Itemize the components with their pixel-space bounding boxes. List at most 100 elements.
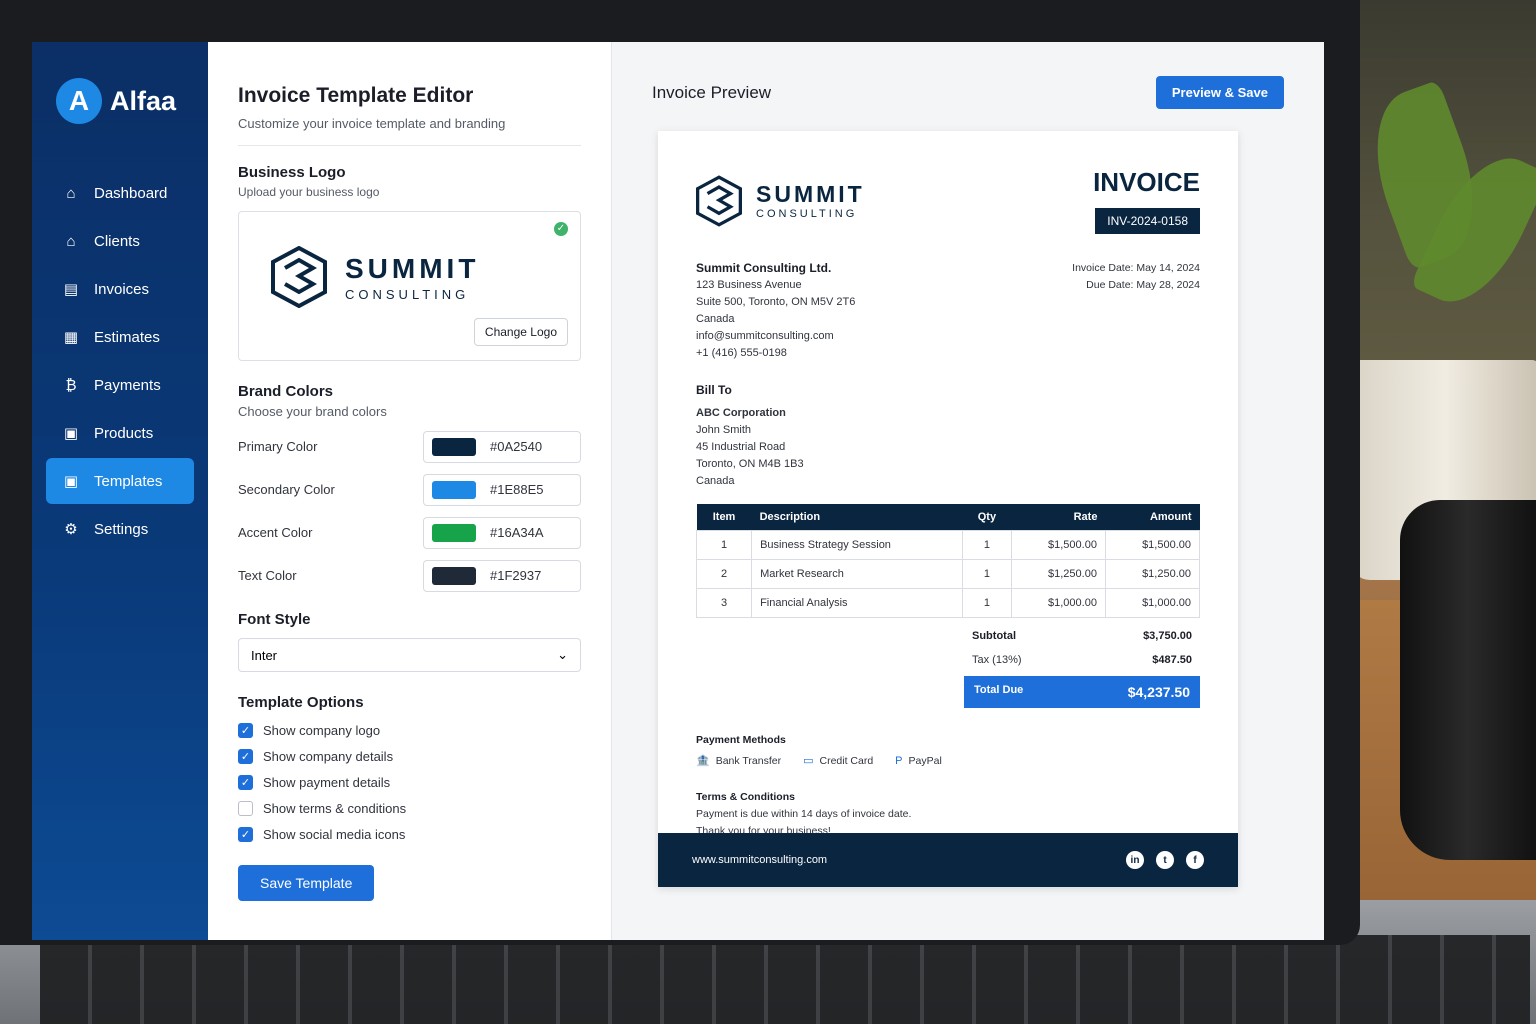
invoice-date: Invoice Date: May 14, 2024 xyxy=(1072,262,1200,274)
preview-header: Invoice Preview Preview & Save xyxy=(652,76,1284,109)
sidebar-item-dashboard[interactable]: ⌂ Dashboard xyxy=(46,170,194,216)
chevron-down-icon: ⌄ xyxy=(557,647,568,662)
template-option[interactable]: ✓ Show payment details xyxy=(238,769,581,795)
sidebar-item-templates[interactable]: ▣ Templates xyxy=(46,458,194,504)
table-body: 1 Business Strategy Session 1 $1,500.00 $1,5… xyxy=(695,530,1201,618)
estimate-icon: ▦ xyxy=(63,329,79,346)
checkbox[interactable]: ✓ xyxy=(238,722,253,738)
clients-icon: ⌂ xyxy=(66,232,76,250)
sidebar-item-estimates[interactable]: ▦ Estimates xyxy=(46,314,194,360)
line-items-table: Item Description Qty Rate Amount 1 Business S… xyxy=(695,504,1201,618)
color-swatch[interactable] xyxy=(432,566,476,585)
table-cell: $1,500.00 xyxy=(1104,530,1201,560)
company-line: Canada xyxy=(696,313,735,325)
subtotal-row: Subtotal $3,750.00 xyxy=(964,624,1200,648)
option-label: Show terms & conditions xyxy=(263,800,407,816)
font-select-value: Inter xyxy=(251,647,278,663)
color-swatch[interactable] xyxy=(432,523,476,542)
sidebar-item-products[interactable]: ▣ Products xyxy=(46,410,194,456)
bank-icon: 🏦 xyxy=(696,755,710,767)
color-swatch[interactable] xyxy=(432,480,476,499)
sidebar-item-settings[interactable]: ⚙ Settings xyxy=(46,506,194,552)
company-address: 123 Business Avenue Suite 500, Toronto, O… xyxy=(696,277,855,362)
logo-preview: SUMMIT CONSULTING xyxy=(271,246,479,308)
template-option[interactable]: ✓ Show company logo xyxy=(238,717,581,743)
divider xyxy=(238,145,581,146)
facebook-icon[interactable]: f xyxy=(1186,851,1204,869)
color-hex-value: #0A2540 xyxy=(490,439,543,454)
color-row: Secondary Color #1E88E5 xyxy=(238,468,581,511)
change-logo-button[interactable]: Change Logo xyxy=(473,318,568,346)
due-date: Due Date: May 28, 2024 xyxy=(1086,279,1200,291)
sidebar-item-clients[interactable]: ⌂ Clients xyxy=(46,218,194,264)
brand-name: Alfaa xyxy=(110,85,177,116)
linkedin-icon[interactable]: in xyxy=(1126,851,1144,869)
twitter-icon[interactable]: t xyxy=(1156,851,1174,869)
color-swatch[interactable] xyxy=(432,437,476,456)
color-input[interactable]: #0A2540 xyxy=(423,430,581,463)
sidebar-item-label: Payments xyxy=(94,376,161,394)
font-select[interactable]: Inter ⌄ xyxy=(238,638,581,672)
company-line: +1 (416) 555-0198 xyxy=(696,347,787,359)
table-header-cell: Rate xyxy=(1011,504,1106,531)
invoice-header: SUMMIT CONSULTING INVOICE INV-2024-0158 xyxy=(696,167,1200,234)
brand-colors-title: Brand Colors xyxy=(238,383,334,400)
sidebar-item-label: Settings xyxy=(94,520,149,538)
summit-logo-icon xyxy=(696,174,742,227)
invoice-number: INV-2024-0158 xyxy=(1095,208,1200,234)
table-row: 3 Financial Analysis 1 $1,000.00 $1,000.00 xyxy=(695,588,1201,618)
option-label: Show company details xyxy=(263,748,394,764)
color-input[interactable]: #1E88E5 xyxy=(423,473,581,506)
invoice-preview-panel: Invoice Preview Preview & Save SUMMIT CO… xyxy=(612,42,1324,940)
table-cell: 2 xyxy=(695,559,753,589)
template-option[interactable]: Show terms & conditions xyxy=(238,795,581,821)
bill-to-line: Toronto, ON M4B 1B3 xyxy=(696,458,804,470)
totals: Subtotal $3,750.00 Tax (13%) $487.50 Tot… xyxy=(964,624,1200,708)
sidebar: A Alfaa ⌂ Dashboard ⌂ Clients ▤ Invoices ▦ Esti… xyxy=(32,42,208,940)
checkbox[interactable] xyxy=(238,800,253,816)
home-icon: ⌂ xyxy=(66,184,76,202)
save-template-button[interactable]: Save Template xyxy=(238,865,375,901)
template-option[interactable]: ✓ Show social media icons xyxy=(238,821,581,847)
sidebar-item-label: Estimates xyxy=(94,328,160,346)
color-hex-value: #16A34A xyxy=(490,525,544,540)
table-cell: 1 xyxy=(695,530,753,560)
sidebar-item-invoices[interactable]: ▤ Invoices xyxy=(46,266,194,312)
checkbox[interactable]: ✓ xyxy=(238,774,253,790)
tax-label: Tax (13%) xyxy=(972,654,1022,666)
logo-section-title: Business Logo xyxy=(238,164,346,181)
logo-name: SUMMIT xyxy=(345,252,480,284)
company-name: Summit Consulting Ltd. xyxy=(696,261,832,275)
checkbox[interactable]: ✓ xyxy=(238,826,253,842)
color-label: Accent Color xyxy=(238,525,313,540)
color-label: Primary Color xyxy=(238,439,318,454)
terms-label: Terms & Conditions xyxy=(696,791,795,803)
bill-to-line: Canada xyxy=(696,475,735,487)
preview-save-button[interactable]: Preview & Save xyxy=(1155,76,1284,109)
logo-upload-box[interactable]: ✓ SUMMIT CONSULTING Change Logo xyxy=(238,211,581,361)
gear-icon: ⚙ xyxy=(64,521,78,538)
color-input[interactable]: #16A34A xyxy=(423,516,581,549)
total-label: Total Due xyxy=(974,684,1024,696)
sidebar-nav: ⌂ Dashboard ⌂ Clients ▤ Invoices ▦ Estimates ₿ Pa… xyxy=(46,170,194,552)
summit-logo-icon xyxy=(271,246,327,308)
template-option[interactable]: ✓ Show company details xyxy=(238,743,581,769)
payment-methods: Payment Methods 🏦 Bank Transfer ▭ Credit Ca… xyxy=(696,734,1200,767)
bill-to-line: 45 Industrial Road xyxy=(696,441,786,453)
table-header-row: Item Description Qty Rate Amount xyxy=(696,504,1200,531)
table-cell: $1,500.00 xyxy=(1010,530,1106,560)
sidebar-item-payments[interactable]: ₿ Payments xyxy=(46,362,194,408)
paypal-icon: P xyxy=(895,754,903,767)
checkbox[interactable]: ✓ xyxy=(238,748,253,764)
invoice-logo-tagline: CONSULTING xyxy=(756,208,858,220)
tax-row: Tax (13%) $487.50 xyxy=(964,648,1200,672)
color-input[interactable]: #1F2937 xyxy=(423,559,581,592)
sidebar-item-label: Invoices xyxy=(94,280,150,298)
sidebar-item-label: Templates xyxy=(94,472,163,490)
invoice-document: SUMMIT CONSULTING INVOICE INV-2024-0158 … xyxy=(658,131,1238,887)
terms-line: Payment is due within 14 days of invoice… xyxy=(696,808,912,820)
total-due-row: Total Due $4,237.50 xyxy=(964,676,1200,708)
logo-tagline: CONSULTING xyxy=(345,286,470,302)
credit-card-icon: ▭ xyxy=(803,755,814,767)
payment-method: 🏦 Bank Transfer xyxy=(696,754,781,768)
